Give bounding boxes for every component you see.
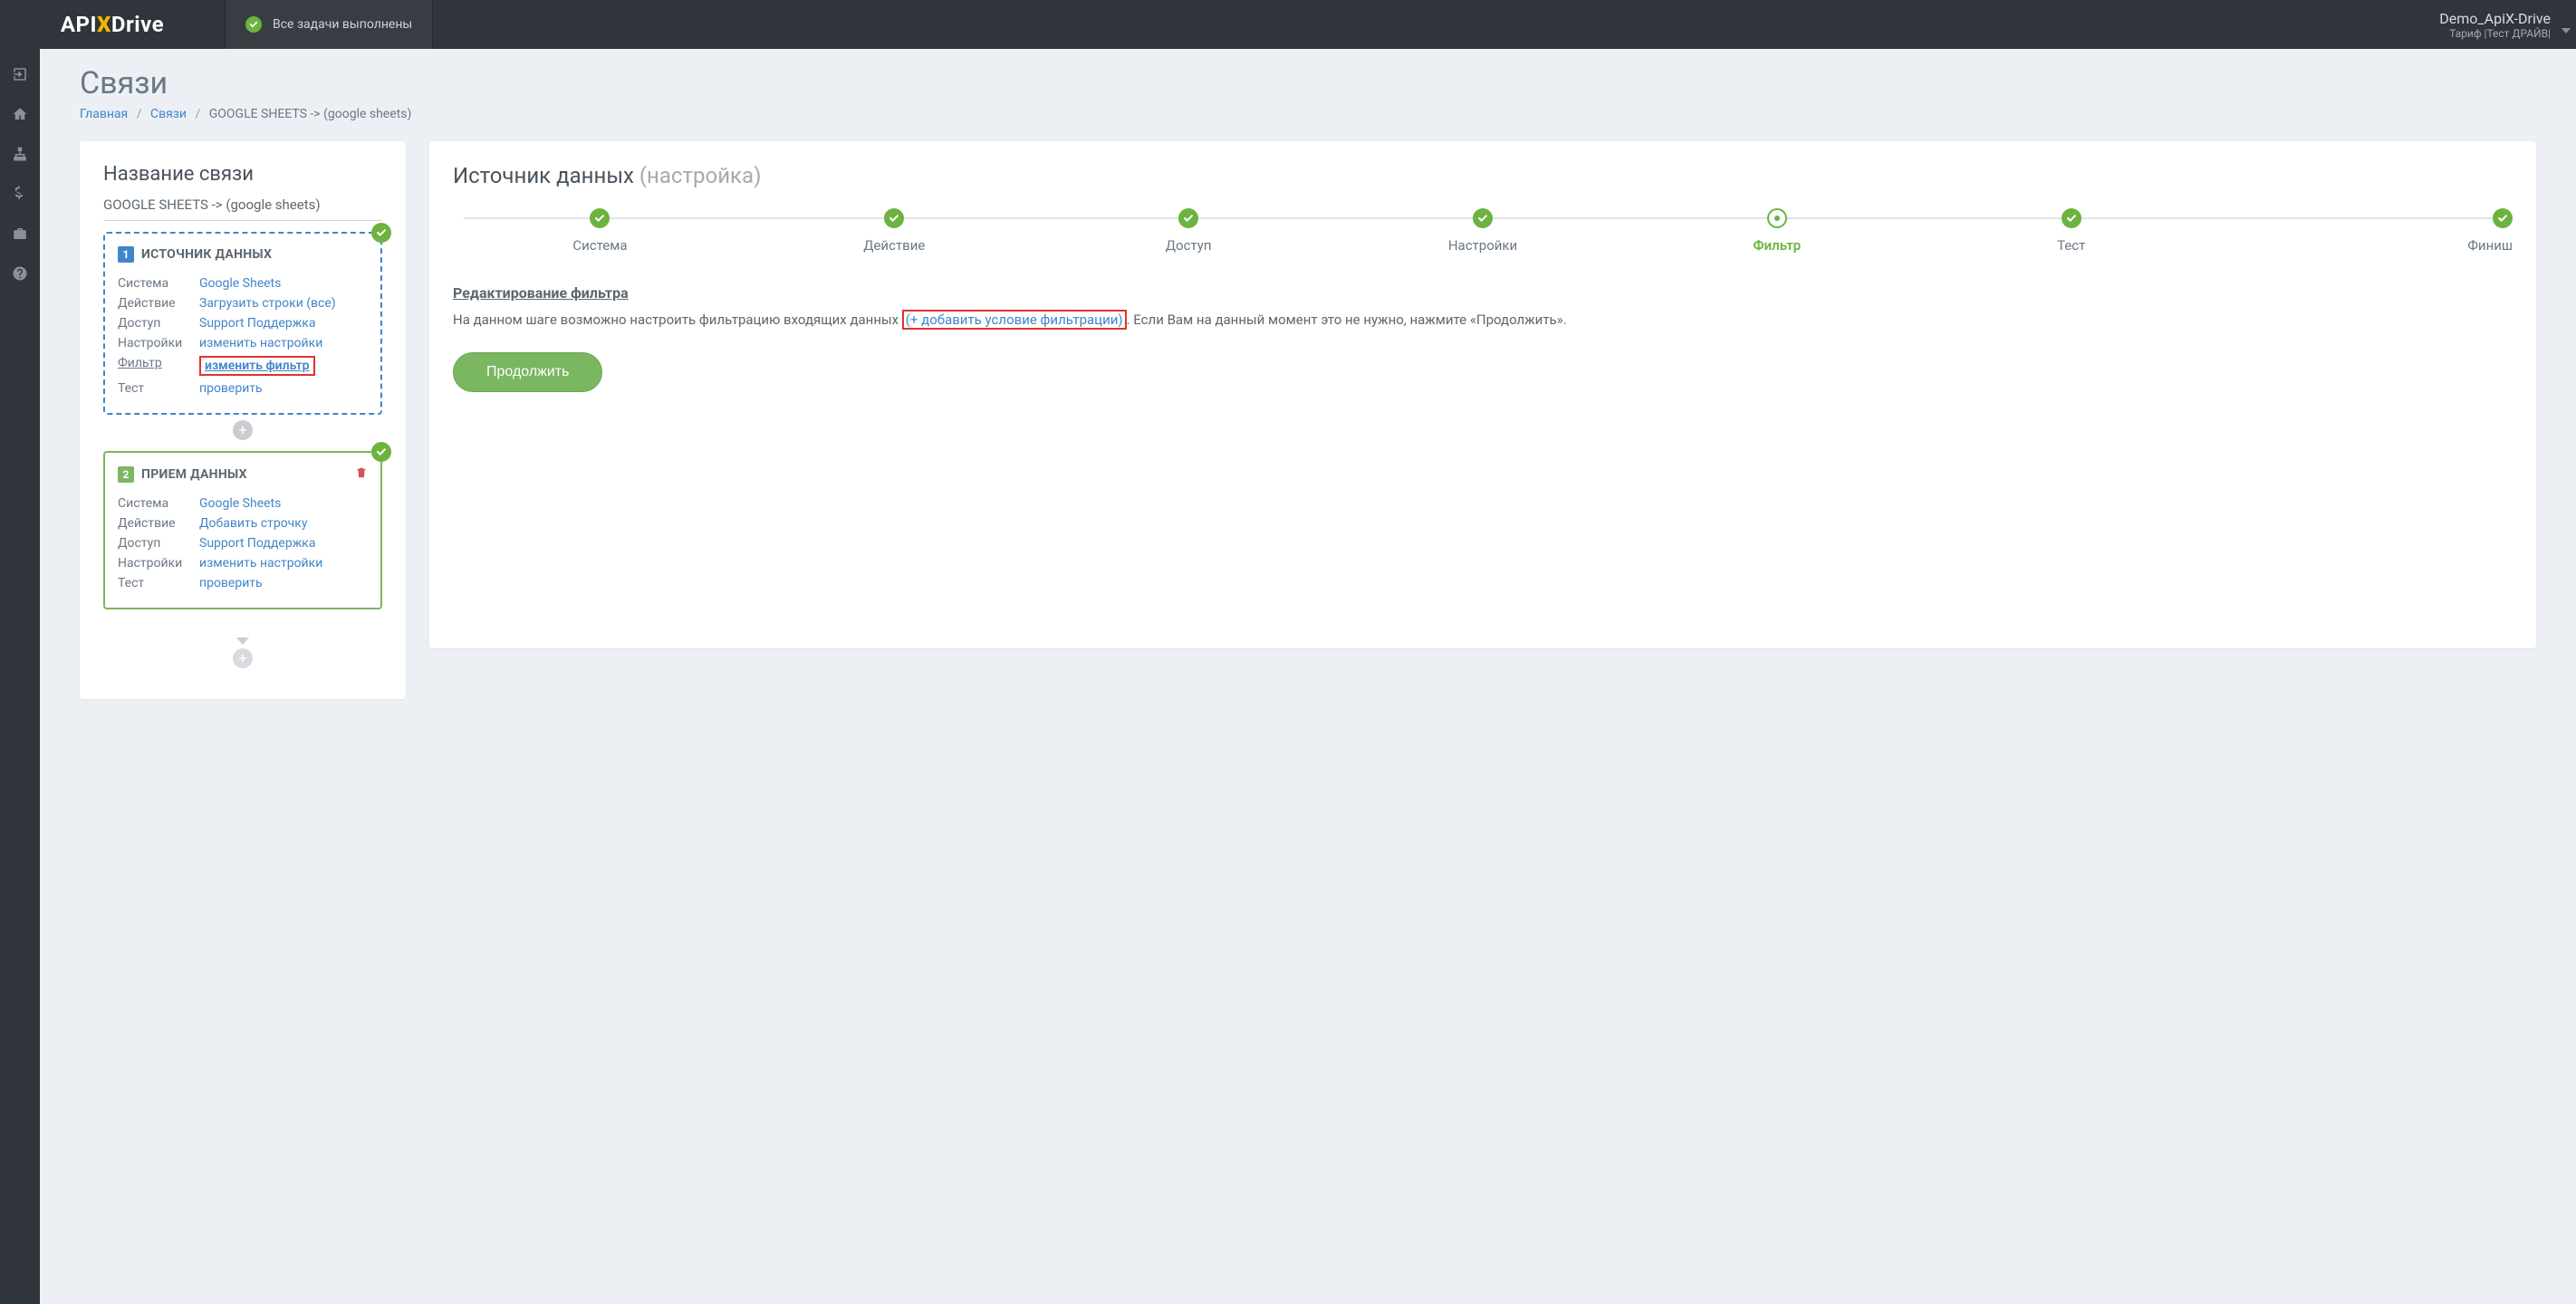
breadcrumb-links[interactable]: Связи <box>150 107 187 121</box>
connection-name[interactable]: GOOGLE SHEETS -> (google sheets) <box>103 197 382 221</box>
step-action[interactable]: Действие <box>747 208 1042 254</box>
check-icon <box>1178 208 1198 228</box>
step-settings[interactable]: Настройки <box>1336 208 1630 254</box>
source-settings-link[interactable]: изменить настройки <box>199 336 322 350</box>
step-number-1: 1 <box>118 246 134 263</box>
logo-api: API <box>61 12 97 37</box>
source-test-link[interactable]: проверить <box>199 381 263 396</box>
step-access[interactable]: Доступ <box>1042 208 1336 254</box>
step-finish[interactable]: Финиш <box>2218 208 2513 254</box>
source-system-link[interactable]: Google Sheets <box>199 276 281 291</box>
source-filter-link[interactable]: изменить фильтр <box>205 359 310 373</box>
logo[interactable]: APIXDrive <box>0 0 225 49</box>
step-system[interactable]: Система <box>453 208 747 254</box>
dest-access-link[interactable]: Support Поддержка <box>199 536 315 551</box>
check-icon <box>2062 208 2081 228</box>
nav-help-icon[interactable] <box>0 254 40 293</box>
dest-action-link[interactable]: Добавить строчку <box>199 516 307 531</box>
account-menu[interactable]: Demo_ApiX-Drive Тариф |Тест ДРАЙВ| <box>2414 0 2576 49</box>
connector-1: + <box>103 420 382 440</box>
source-title: ИСТОЧНИК ДАННЫХ <box>141 247 272 262</box>
dest-system-link[interactable]: Google Sheets <box>199 496 281 511</box>
account-plan: Тариф |Тест ДРАЙВ| <box>2449 27 2551 40</box>
dest-title: ПРИЕМ ДАННЫХ <box>141 467 247 482</box>
section-heading: Редактирование фильтра <box>453 284 2513 302</box>
section-body: На данном шаге возможно настроить фильтр… <box>453 311 2513 331</box>
check-icon <box>884 208 904 228</box>
check-icon <box>371 223 391 243</box>
status-text: Все задачи выполнены <box>273 17 412 32</box>
check-icon <box>590 208 610 228</box>
nav-dollar-icon[interactable] <box>0 174 40 214</box>
check-icon <box>2493 208 2513 228</box>
breadcrumb-home[interactable]: Главная <box>80 107 128 121</box>
breadcrumb-current: GOOGLE SHEETS -> (google sheets) <box>209 107 412 121</box>
dest-test-link[interactable]: проверить <box>199 576 263 590</box>
account-name: Demo_ApiX-Drive <box>2439 10 2551 27</box>
breadcrumb: Главная / Связи / GOOGLE SHEETS -> (goog… <box>80 107 2536 121</box>
check-icon <box>1473 208 1493 228</box>
check-icon <box>371 442 391 462</box>
continue-button[interactable]: Продолжить <box>453 352 602 392</box>
nav-briefcase-icon[interactable] <box>0 214 40 254</box>
source-access-link[interactable]: Support Поддержка <box>199 316 315 331</box>
add-block-button[interactable]: + <box>233 420 253 440</box>
step-test[interactable]: Тест <box>1924 208 2218 254</box>
topbar: APIXDrive Все задачи выполнены Demo_ApiX… <box>0 0 2576 49</box>
siderail <box>0 49 40 1304</box>
step-number-2: 2 <box>118 466 134 483</box>
step-filter[interactable]: Фильтр <box>1629 208 1924 254</box>
add-filter-condition-link[interactable]: (+ добавить условие фильтрации) <box>906 312 1123 328</box>
chevron-down-icon <box>2562 20 2571 37</box>
logo-x: X <box>97 12 111 37</box>
connection-title: Название связи <box>103 163 382 186</box>
chevron-down-icon <box>236 631 249 648</box>
current-step-icon <box>1767 208 1787 228</box>
check-icon <box>245 16 262 33</box>
stepper: Система Действие Доступ Настройки Фильтр… <box>453 208 2513 254</box>
source-action-link[interactable]: Загрузить строки (все) <box>199 296 336 311</box>
nav-enter-icon[interactable] <box>0 54 40 94</box>
source-block[interactable]: 1 ИСТОЧНИК ДАННЫХ СистемаGoogle Sheets Д… <box>103 232 382 415</box>
dest-block[interactable]: 2 ПРИЕМ ДАННЫХ СистемаGoogle Sheets Дейс… <box>103 451 382 609</box>
add-block-button[interactable]: + <box>233 648 253 668</box>
status-pill[interactable]: Все задачи выполнены <box>225 0 433 49</box>
page-title: Связи <box>80 65 2536 101</box>
nav-home-icon[interactable] <box>0 94 40 134</box>
dest-settings-link[interactable]: изменить настройки <box>199 556 322 570</box>
logo-drive: Drive <box>111 12 164 37</box>
nav-sitemap-icon[interactable] <box>0 134 40 174</box>
config-card: Источник данных (настройка) Система Дейс… <box>429 141 2536 648</box>
connection-card: Название связи GOOGLE SHEETS -> (google … <box>80 141 406 699</box>
trash-icon[interactable] <box>355 465 368 483</box>
config-title: Источник данных (настройка) <box>453 163 2513 188</box>
